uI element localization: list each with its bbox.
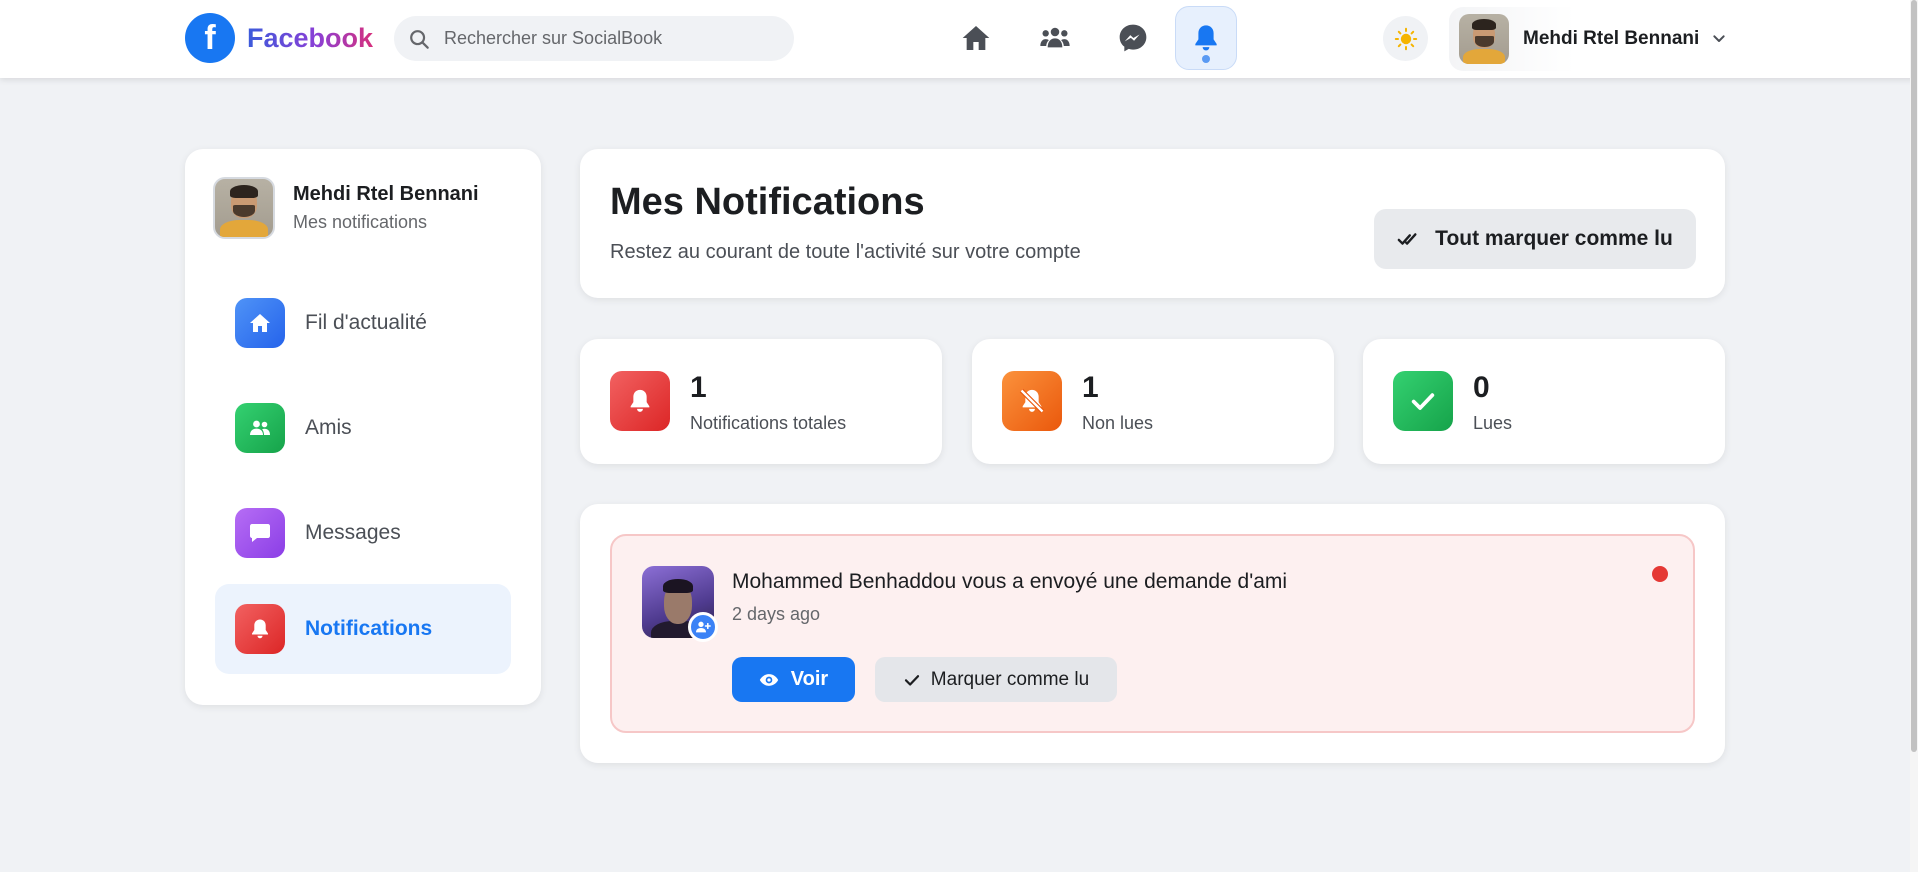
page-header-card: Mes Notifications Restez au courant de t…	[580, 149, 1725, 298]
mark-all-read-label: Tout marquer comme lu	[1435, 227, 1673, 250]
scrollbar-thumb[interactable]	[1911, 0, 1917, 752]
sidebar-profile-name: Mehdi Rtel Bennani	[293, 183, 479, 205]
view-button-label: Voir	[790, 668, 829, 690]
friend-request-badge	[688, 612, 718, 642]
sidebar: Mehdi Rtel Bennani Mes notifications Fil…	[185, 149, 541, 705]
stat-value: 0	[1473, 371, 1490, 404]
user-plus-icon	[696, 621, 711, 633]
brand-name: Facebook	[247, 22, 374, 53]
unread-indicator	[1652, 566, 1668, 582]
notification-item[interactable]: Mohammed Benhaddou vous a envoyé une dem…	[610, 534, 1695, 733]
sidebar-icon-box	[235, 403, 285, 453]
home-icon	[962, 26, 990, 50]
avatar	[1459, 14, 1509, 64]
messenger-icon	[1119, 24, 1147, 52]
page-title: Mes Notifications	[610, 181, 925, 223]
sidebar-item-friends[interactable]: Amis	[215, 383, 511, 473]
home-icon	[250, 314, 270, 332]
eye-icon	[759, 673, 778, 686]
sidebar-icon-box	[235, 604, 285, 654]
nav-friends[interactable]	[1024, 6, 1086, 70]
check-icon	[1411, 393, 1435, 410]
brand-logo[interactable]: f Facebook	[185, 13, 373, 63]
sun-icon	[1394, 27, 1417, 50]
notification-time: 2 days ago	[732, 604, 821, 624]
nav-notifications[interactable]	[1175, 6, 1237, 70]
stat-value: 1	[1082, 371, 1099, 404]
double-check-icon	[1397, 233, 1417, 245]
nav-messenger[interactable]	[1102, 6, 1164, 70]
user-name: Mehdi Rtel Bennani	[1523, 28, 1700, 49]
bell-icon	[252, 619, 268, 639]
stat-card-unread: 1 Non lues	[972, 339, 1334, 464]
sidebar-item-notifications[interactable]: Notifications	[215, 584, 511, 674]
mark-as-read-label: Marquer comme lu	[930, 668, 1090, 690]
sidebar-item-messages[interactable]: Messages	[215, 488, 511, 578]
page-subtitle: Restez au courant de toute l'activité su…	[610, 241, 1081, 263]
friends-icon	[1040, 27, 1070, 48]
friends-icon	[250, 420, 270, 435]
stat-value: 1	[690, 371, 707, 404]
search-input[interactable]	[444, 28, 774, 49]
sidebar-item-feed[interactable]: Fil d'actualité	[215, 278, 511, 368]
view-button[interactable]: Voir	[732, 657, 855, 702]
facebook-logo-icon: f	[185, 13, 235, 63]
mark-all-read-button[interactable]: Tout marquer comme lu	[1374, 209, 1696, 269]
sidebar-profile[interactable]: Mehdi Rtel Bennani Mes notifications	[213, 177, 479, 239]
search-icon	[410, 29, 429, 49]
stat-card-read: 0 Lues	[1363, 339, 1725, 464]
stat-label: Lues	[1473, 413, 1513, 433]
bell-icon	[630, 389, 650, 412]
notifications-list: Mohammed Benhaddou vous a envoyé une dem…	[580, 504, 1725, 763]
stat-card-total: 1 Notifications totales	[580, 339, 942, 464]
stat-label: Notifications totales	[690, 413, 847, 433]
stat-label: Non lues	[1082, 413, 1154, 433]
nav-home[interactable]	[945, 6, 1007, 70]
sidebar-icon-box	[235, 298, 285, 348]
stat-icon-box	[1393, 371, 1453, 431]
bell-icon	[1195, 25, 1217, 51]
user-menu[interactable]: Mehdi Rtel Bennani	[1449, 7, 1729, 71]
mark-as-read-button[interactable]: Marquer comme lu	[875, 657, 1117, 702]
bell-slash-icon	[1019, 388, 1045, 414]
theme-toggle-button[interactable]	[1383, 16, 1428, 61]
avatar	[213, 177, 275, 239]
sidebar-icon-box	[235, 508, 285, 558]
search-bar[interactable]	[394, 16, 794, 61]
sidebar-item-label: Amis	[305, 416, 352, 439]
stat-icon-box	[1002, 371, 1062, 431]
sidebar-profile-subtitle: Mes notifications	[293, 212, 428, 232]
sidebar-item-label: Messages	[305, 521, 401, 544]
chevron-down-icon	[1713, 35, 1725, 42]
sidebar-item-label: Fil d'actualité	[305, 311, 427, 334]
active-indicator	[1202, 55, 1210, 63]
top-navbar: f Facebook Rechercher sur SocialBook Meh…	[0, 0, 1918, 78]
check-icon	[904, 674, 919, 686]
message-icon	[250, 524, 270, 542]
notification-text: Mohammed Benhaddou vous a envoyé une dem…	[732, 570, 1288, 593]
sidebar-item-label: Notifications	[305, 617, 433, 640]
stat-icon-box	[610, 371, 670, 431]
